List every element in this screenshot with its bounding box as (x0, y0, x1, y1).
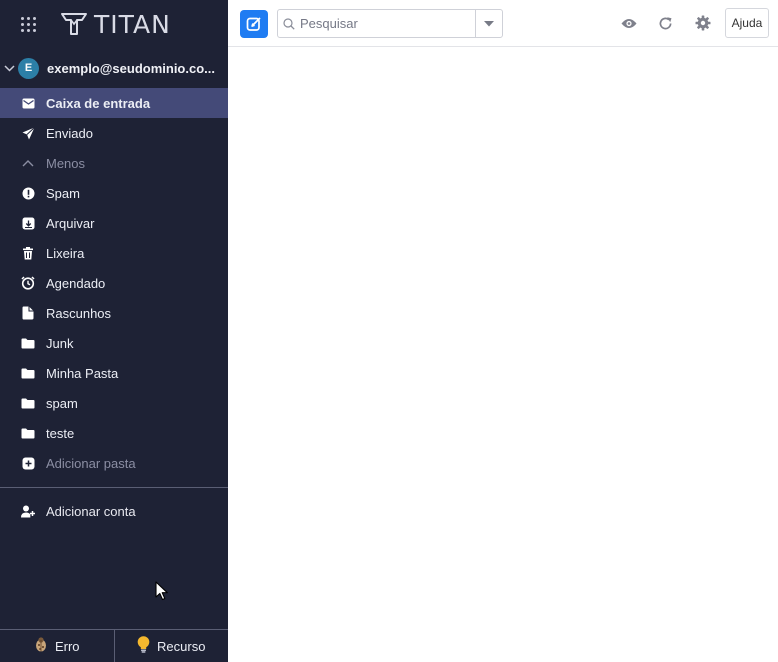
gear-icon (695, 15, 711, 31)
folder-item-spam-custom[interactable]: spam (0, 388, 228, 418)
folder-item-less[interactable]: Menos (0, 148, 228, 178)
folder-label: Arquivar (46, 215, 95, 231)
folder-icon (20, 395, 36, 411)
avatar: E (18, 57, 39, 79)
folder-icon (20, 365, 36, 381)
envelope-icon (20, 95, 36, 111)
search-icon (278, 17, 300, 30)
lightbulb-icon (137, 636, 150, 656)
refresh-icon (659, 16, 671, 29)
sidebar-divider (0, 487, 228, 488)
folder-icon (20, 335, 36, 351)
search-box (277, 9, 503, 38)
search-input[interactable] (300, 16, 468, 31)
titan-logo-icon (61, 13, 87, 35)
folder-item-teste[interactable]: teste (0, 418, 228, 448)
alarm-clock-icon (20, 275, 36, 291)
folder-label: Agendado (46, 275, 106, 291)
account-row[interactable]: E exemplo@seudominio.co... (0, 48, 228, 88)
exclamation-icon (20, 185, 36, 201)
folder-label: Rascunhos (46, 305, 112, 321)
folder-item-scheduled[interactable]: Agendado (0, 268, 228, 298)
request-feature-button[interactable]: Recurso (113, 630, 229, 662)
titan-logo: TITAN (60, 10, 171, 39)
folder-item-inbox[interactable]: Caixa de entrada (0, 88, 228, 118)
eye-icon (621, 18, 637, 28)
refresh-button[interactable] (655, 13, 675, 33)
brand-bar: TITAN (0, 0, 228, 48)
chevron-up-icon (20, 155, 36, 171)
bug-icon (34, 637, 48, 655)
trash-icon (20, 245, 36, 261)
apps-grid-icon (20, 16, 36, 32)
folder-item-sent[interactable]: Enviado (0, 118, 228, 148)
folder-item-junk[interactable]: Junk (0, 328, 228, 358)
preview-toggle-button[interactable] (619, 13, 639, 33)
folder-label: Adicionar pasta (46, 455, 136, 471)
search-options-button[interactable] (475, 10, 502, 37)
apps-grid-button[interactable] (0, 0, 56, 48)
compose-icon (246, 17, 261, 31)
archive-icon (20, 215, 36, 231)
folder-label: Menos (46, 155, 86, 171)
help-button[interactable]: Ajuda (725, 8, 769, 38)
chevron-down-icon[interactable] (2, 61, 16, 75)
folder-label: Caixa de entrada (46, 95, 151, 111)
folder-label: Lixeira (46, 245, 85, 261)
add-user-icon (20, 503, 36, 519)
folder-item-archive[interactable]: Arquivar (0, 208, 228, 238)
draft-icon (20, 305, 36, 321)
mouse-cursor-icon (155, 581, 168, 601)
folder-item-drafts[interactable]: Rascunhos (0, 298, 228, 328)
add-account-button[interactable]: Adicionar conta (0, 496, 228, 526)
folder-item-spam[interactable]: Spam (0, 178, 228, 208)
folder-list: Caixa de entrada Enviado Menos Spam Arqu… (0, 88, 228, 478)
logo-text: TITAN (94, 9, 171, 39)
folder-label: Minha Pasta (46, 365, 119, 381)
folder-label: spam (46, 395, 78, 411)
folder-item-minha-pasta[interactable]: Minha Pasta (0, 358, 228, 388)
folder-label: teste (46, 425, 75, 441)
compose-button[interactable] (240, 10, 268, 38)
add-folder-button[interactable]: Adicionar pasta (0, 448, 228, 478)
send-icon (20, 125, 36, 141)
main-content-area (228, 48, 778, 662)
caret-down-icon (484, 20, 494, 26)
report-bug-label: Erro (54, 638, 80, 654)
folder-icon (20, 425, 36, 441)
plus-square-icon (20, 455, 36, 471)
feedback-bar: Erro Recurso (0, 629, 228, 662)
sidebar: TITAN E exemplo@seudominio.co... Caixa d… (0, 0, 228, 662)
request-feature-label: Recurso (157, 638, 206, 654)
add-account-label: Adicionar conta (46, 503, 136, 519)
settings-button[interactable] (693, 13, 713, 33)
report-bug-button[interactable]: Erro (0, 630, 114, 662)
account-email: exemplo@seudominio.co... (47, 60, 215, 76)
folder-item-trash[interactable]: Lixeira (0, 238, 228, 268)
folder-label: Spam (46, 185, 80, 201)
folder-label: Junk (46, 335, 74, 351)
folder-label: Enviado (46, 125, 93, 141)
top-toolbar: Ajuda (228, 0, 778, 47)
